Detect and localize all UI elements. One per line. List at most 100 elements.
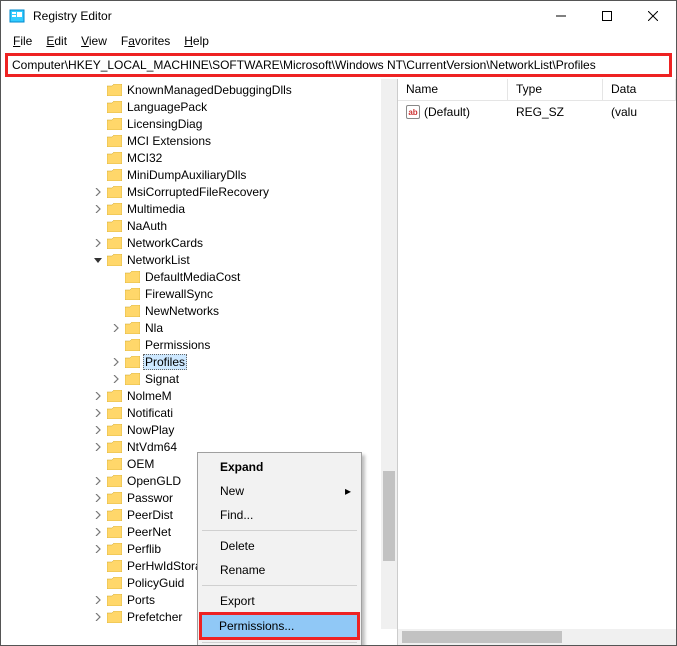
menu-file[interactable]: File [7, 32, 38, 50]
tree-node-label: Multimedia [125, 202, 187, 216]
menu-view[interactable]: View [75, 32, 113, 50]
value-name: (Default) [424, 105, 470, 119]
tree-node-label: Profiles [143, 354, 187, 370]
tree-node[interactable]: MiniDumpAuxiliaryDlls [1, 166, 397, 183]
values-panel: Name Type Data ab (Default) REG_SZ (valu [398, 79, 676, 645]
menu-help[interactable]: Help [178, 32, 215, 50]
expand-icon[interactable] [91, 491, 105, 505]
expand-icon[interactable] [91, 423, 105, 437]
ctx-expand[interactable]: Expand [200, 455, 359, 479]
tree-node[interactable]: NetworkList [1, 251, 397, 268]
expand-icon[interactable] [91, 508, 105, 522]
no-expander [91, 117, 105, 131]
expand-icon[interactable] [91, 610, 105, 624]
folder-icon [105, 542, 123, 556]
tree-node-label: MCI Extensions [125, 134, 213, 148]
folder-icon [105, 457, 123, 471]
ctx-delete[interactable]: Delete [200, 534, 359, 558]
values-header: Name Type Data [398, 79, 676, 101]
no-expander [91, 457, 105, 471]
tree-node[interactable]: LicensingDiag [1, 115, 397, 132]
minimize-button[interactable] [538, 1, 584, 31]
ctx-export[interactable]: Export [200, 589, 359, 613]
expand-icon[interactable] [91, 406, 105, 420]
expand-icon[interactable] [91, 389, 105, 403]
tree-node[interactable]: LanguagePack [1, 98, 397, 115]
tree-node[interactable]: KnownManagedDebuggingDlls [1, 81, 397, 98]
no-expander [91, 576, 105, 590]
expand-icon[interactable] [91, 474, 105, 488]
tree-node-label: MiniDumpAuxiliaryDlls [125, 168, 248, 182]
expand-icon[interactable] [109, 372, 123, 386]
value-row[interactable]: ab (Default) REG_SZ (valu [398, 101, 676, 123]
tree-node[interactable]: Profiles [1, 353, 397, 370]
tree-node[interactable]: Notificati [1, 404, 397, 421]
maximize-button[interactable] [584, 1, 630, 31]
tree-node[interactable]: Nla [1, 319, 397, 336]
folder-icon [105, 236, 123, 250]
tree-node-label: PolicyGuid [125, 576, 186, 590]
expand-icon[interactable] [91, 542, 105, 556]
values-horizontal-scrollbar[interactable] [398, 629, 676, 645]
col-type[interactable]: Type [508, 79, 603, 100]
value-data: (valu [603, 103, 676, 121]
tree-node[interactable]: NewNetworks [1, 302, 397, 319]
tree-node-label: Prefetcher [125, 610, 184, 624]
value-type: REG_SZ [508, 103, 603, 121]
tree-vertical-scrollbar[interactable] [381, 79, 397, 629]
folder-icon [105, 440, 123, 454]
values-list: ab (Default) REG_SZ (valu [398, 101, 676, 629]
tree-node[interactable]: MCI32 [1, 149, 397, 166]
expand-icon[interactable] [109, 321, 123, 335]
no-expander [109, 304, 123, 318]
tree-node-label: DefaultMediaCost [143, 270, 242, 284]
tree-node-label: OpenGLD [125, 474, 183, 488]
tree-node[interactable]: NowPlay [1, 421, 397, 438]
no-expander [91, 168, 105, 182]
expand-icon[interactable] [91, 202, 105, 216]
collapse-icon[interactable] [91, 253, 105, 267]
folder-icon [105, 219, 123, 233]
tree-node[interactable]: Permissions [1, 336, 397, 353]
ctx-permissions[interactable]: Permissions... [199, 612, 360, 640]
expand-icon[interactable] [91, 440, 105, 454]
tree-node-label: NetworkCards [125, 236, 205, 250]
tree-node[interactable]: NaAuth [1, 217, 397, 234]
tree-node[interactable]: Signat [1, 370, 397, 387]
folder-icon [105, 610, 123, 624]
tree-node-label: NolmeM [125, 389, 174, 403]
scrollbar-thumb[interactable] [402, 631, 562, 643]
menu-edit[interactable]: Edit [40, 32, 73, 50]
folder-icon [105, 117, 123, 131]
ctx-new[interactable]: New▸ [200, 479, 359, 503]
menu-favorites[interactable]: Favorites [115, 32, 176, 50]
expand-icon[interactable] [91, 185, 105, 199]
string-value-icon: ab [406, 105, 420, 119]
content-area: KnownManagedDebuggingDllsLanguagePackLic… [1, 79, 676, 645]
tree-node[interactable]: MCI Extensions [1, 132, 397, 149]
close-button[interactable] [630, 1, 676, 31]
tree-node[interactable]: DefaultMediaCost [1, 268, 397, 285]
tree-node[interactable]: Multimedia [1, 200, 397, 217]
scrollbar-thumb[interactable] [383, 471, 395, 561]
expand-icon[interactable] [109, 355, 123, 369]
expand-icon[interactable] [91, 236, 105, 250]
col-name[interactable]: Name [398, 79, 508, 100]
tree-node-label: Permissions [143, 338, 212, 352]
address-bar[interactable]: Computer\HKEY_LOCAL_MACHINE\SOFTWARE\Mic… [5, 53, 672, 77]
expand-icon[interactable] [91, 525, 105, 539]
tree-node-label: Signat [143, 372, 181, 386]
tree-node-label: Perflib [125, 542, 163, 556]
tree-node[interactable]: MsiCorruptedFileRecovery [1, 183, 397, 200]
expand-icon[interactable] [91, 593, 105, 607]
ctx-rename[interactable]: Rename [200, 558, 359, 582]
folder-icon [105, 593, 123, 607]
tree-node[interactable]: FirewallSync [1, 285, 397, 302]
folder-icon [123, 287, 141, 301]
col-data[interactable]: Data [603, 79, 676, 100]
folder-icon [105, 202, 123, 216]
ctx-find[interactable]: Find... [200, 503, 359, 527]
tree-node[interactable]: NolmeM [1, 387, 397, 404]
no-expander [91, 83, 105, 97]
tree-node[interactable]: NetworkCards [1, 234, 397, 251]
